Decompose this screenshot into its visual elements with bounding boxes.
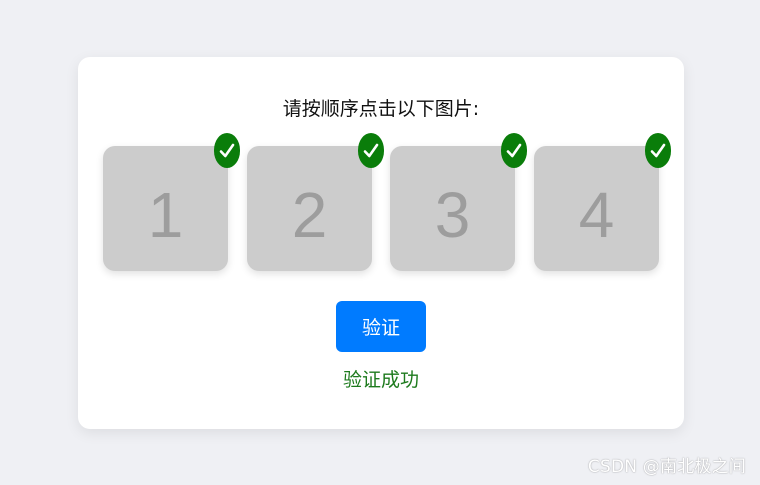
tile-number: 2 [291,178,328,251]
verify-button[interactable]: 验证 [336,301,426,352]
captcha-tile-1[interactable]: 1 [103,133,240,271]
checkmark-icon [501,133,527,168]
checkmark-icon [358,133,384,168]
page: 请按顺序点击以下图片: 1 2 3 4 验证 验证成功 CSDN @南北极之间 [0,0,760,485]
tile-number: 1 [147,178,184,251]
captcha-tile-4[interactable]: 4 [534,133,671,271]
captcha-tiles: 1 2 3 4 [103,133,671,271]
captcha-tile-2[interactable]: 2 [247,133,384,271]
tile-number: 4 [578,178,615,251]
captcha-card: 请按顺序点击以下图片: 1 2 3 4 验证 验证成功 [78,57,684,429]
checkmark-icon [645,133,671,168]
captcha-prompt: 请按顺序点击以下图片: [282,98,480,120]
captcha-tile-3[interactable]: 3 [390,133,527,271]
watermark: CSDN @南北极之间 [587,457,746,477]
checkmark-icon [214,133,240,168]
verification-result: 验证成功 [342,369,419,391]
tile-number: 3 [434,178,471,251]
